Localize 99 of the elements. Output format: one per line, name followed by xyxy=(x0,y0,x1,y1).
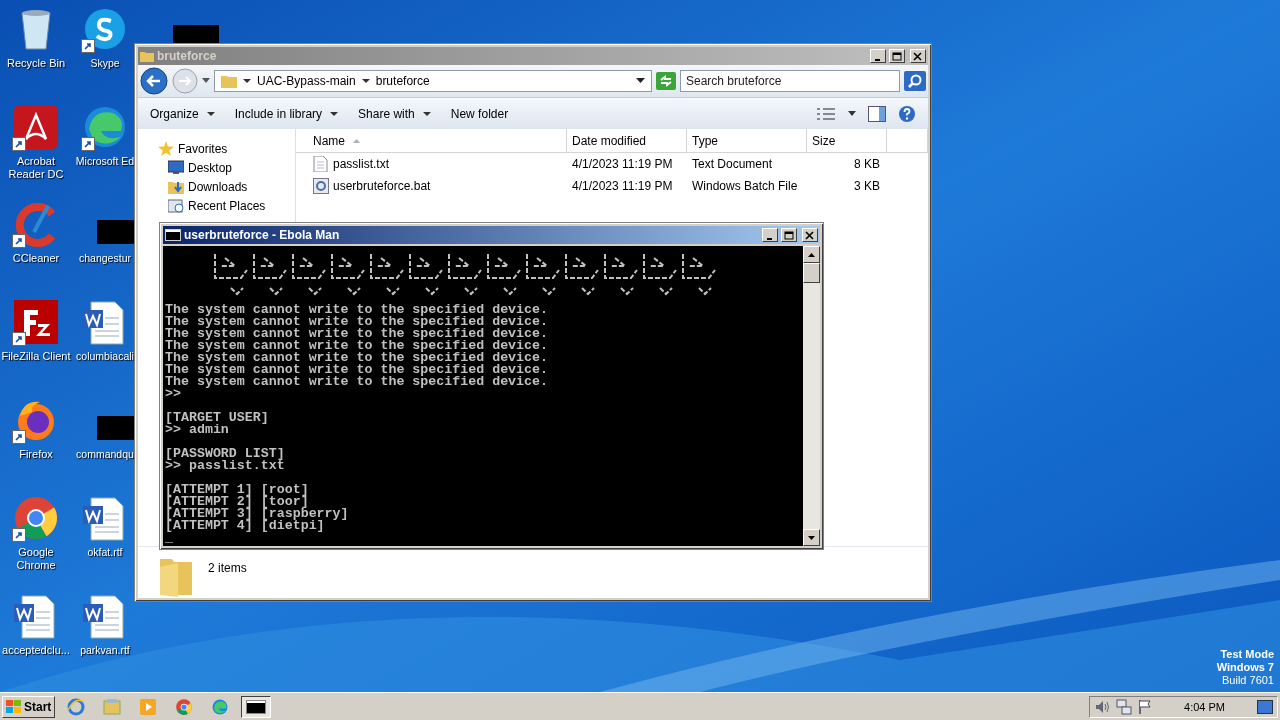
desktop-icon-label: FileZilla Client xyxy=(1,350,71,363)
column-header[interactable]: Type xyxy=(687,129,807,152)
desktop-icon-label: acceptedclu... xyxy=(1,644,71,657)
desktop-icon-label: columbiacali xyxy=(76,350,134,363)
console-line: >> passlist.txt xyxy=(165,460,286,472)
console-line: >> xyxy=(165,388,182,400)
console-icon[interactable] xyxy=(246,697,267,716)
breadcrumb-arrow-icon[interactable] xyxy=(243,79,251,83)
desktop-icon-label: Firefox xyxy=(18,448,54,461)
console-line: [PASSWORD LIST] xyxy=(165,448,286,460)
console-line: The system cannot write to the specified device. xyxy=(165,316,549,328)
console-icon xyxy=(165,229,181,241)
console-line: [ATTEMPT 3] [raspberry] xyxy=(165,508,350,520)
star-icon xyxy=(158,140,174,157)
status-text: 2 items xyxy=(208,561,247,575)
console-line: The system cannot write to the specified device. xyxy=(165,304,549,316)
console-line: [ATTEMPT 2] [toor] xyxy=(165,496,309,508)
search-field[interactable]: Search bruteforce xyxy=(680,70,900,92)
recent-pages-dropdown-icon[interactable] xyxy=(202,78,210,84)
browser-icon[interactable] xyxy=(175,697,194,716)
desktop-icon-label: Skype xyxy=(90,57,120,70)
console-line: >> admin xyxy=(165,424,229,436)
console-line: [ATTEMPT 1] [root] xyxy=(165,484,310,496)
start-button[interactable]: Start xyxy=(2,695,56,718)
nav-item[interactable]: Favorites xyxy=(138,139,295,158)
breadcrumb[interactable]: UAC-Bypass-main xyxy=(257,74,356,88)
file-name: userbruteforce.bat xyxy=(333,179,431,193)
show-desktop-icon[interactable] xyxy=(1257,699,1273,714)
column-header[interactable]: Name xyxy=(296,129,567,152)
address-bar[interactable]: UAC-Bypass-main bruteforce xyxy=(214,70,652,92)
browser-icon[interactable] xyxy=(12,494,60,542)
column-header[interactable]: Date modified xyxy=(567,129,687,152)
console-line: [ATTEMPT 4] [dietpi] xyxy=(165,520,325,532)
view-options-icon[interactable] xyxy=(816,106,836,121)
dropdown-arrow-icon[interactable] xyxy=(422,111,431,116)
address-dropdown-icon[interactable] xyxy=(636,78,645,84)
system-info-text: Build 7601 xyxy=(1222,674,1274,687)
desktop-icon-label: commandqu xyxy=(76,448,134,461)
desktop-icon-label: changestur xyxy=(79,252,131,265)
scroll-up-icon[interactable] xyxy=(808,252,815,257)
desktop-icon-label: parkvan.rtf xyxy=(80,644,130,657)
toolbar-button[interactable]: Share with xyxy=(358,104,431,123)
scroll-down-icon[interactable] xyxy=(808,535,815,540)
nav-item[interactable]: Recent Places xyxy=(138,196,295,215)
file-type: Text Document xyxy=(691,157,774,171)
scrollbar-thumb[interactable] xyxy=(803,263,820,283)
ftp-client-icon[interactable] xyxy=(12,298,60,346)
dropdown-arrow-icon[interactable] xyxy=(330,111,339,116)
text-file-icon xyxy=(313,156,329,172)
dropdown-arrow-icon[interactable] xyxy=(206,111,215,116)
preview-pane-icon[interactable] xyxy=(868,105,886,122)
monitor-icon xyxy=(168,159,184,176)
console-cursor: _ xyxy=(165,532,173,544)
system-info-text: Test Mode xyxy=(1220,648,1274,661)
file-date: 4/1/2023 11:19 PM xyxy=(571,179,674,193)
scroll-up-button[interactable] xyxy=(803,246,820,263)
pdf-reader-icon[interactable] xyxy=(12,103,60,151)
back-button[interactable] xyxy=(140,67,168,95)
console-line: The system cannot write to the specified device. xyxy=(165,352,549,364)
nav-item[interactable]: Desktop xyxy=(138,158,295,177)
file-size: 3 KB xyxy=(853,179,880,193)
desktop-icon-label: Microsoft Ed xyxy=(75,155,135,168)
desktop-icon-label: Google Chrome xyxy=(15,546,57,572)
scroll-down-button[interactable] xyxy=(803,529,820,546)
desktop-icon-label: okfat.rtf xyxy=(87,546,123,559)
toolbar-button[interactable]: Include in library xyxy=(234,104,339,123)
desktop-icon-label: Recycle Bin xyxy=(5,57,67,70)
file-size: 8 KB xyxy=(853,157,880,171)
toolbar-button[interactable]: Organize xyxy=(150,104,215,123)
breadcrumb-arrow-icon[interactable] xyxy=(361,79,370,83)
help-icon[interactable] xyxy=(898,104,916,123)
console-line: The system cannot write to the specified device. xyxy=(165,364,549,376)
refresh-button[interactable] xyxy=(656,72,676,90)
window-icon xyxy=(168,197,184,214)
column-header[interactable]: Size xyxy=(807,129,887,152)
taskbar-button[interactable] xyxy=(241,695,272,718)
network-icon[interactable] xyxy=(1116,698,1133,715)
file-name: passlist.txt xyxy=(333,157,389,171)
nav-item[interactable]: Downloads xyxy=(138,177,295,196)
windows-logo-icon xyxy=(6,699,22,714)
breadcrumb[interactable]: bruteforce xyxy=(375,74,430,88)
window-title: userbruteforce - Ebola Man xyxy=(184,228,341,242)
console-line: The system cannot write to the specified device. xyxy=(165,328,549,340)
search-icon[interactable] xyxy=(904,71,926,91)
file-date: 4/1/2023 11:19 PM xyxy=(571,157,674,171)
console-line: [TARGET USER] xyxy=(165,412,270,424)
file-type: Windows Batch File xyxy=(691,179,799,193)
desktop-icon-label: CCleaner xyxy=(11,252,61,265)
folder-icon xyxy=(140,50,154,62)
window-title: bruteforce xyxy=(157,49,218,63)
flag-icon[interactable] xyxy=(1138,698,1153,715)
console-line: The system cannot write to the specified device. xyxy=(165,376,549,388)
console-line: The system cannot write to the specified device. xyxy=(165,340,549,352)
sort-arrow-icon xyxy=(353,138,360,143)
toolbar-button[interactable]: New folder xyxy=(450,104,509,123)
view-dropdown-icon[interactable] xyxy=(848,111,856,116)
folder-icon xyxy=(221,74,237,88)
system-info-text: Windows 7 xyxy=(1216,661,1274,674)
desktop-icon-label: Acrobat Reader DC xyxy=(7,155,65,181)
